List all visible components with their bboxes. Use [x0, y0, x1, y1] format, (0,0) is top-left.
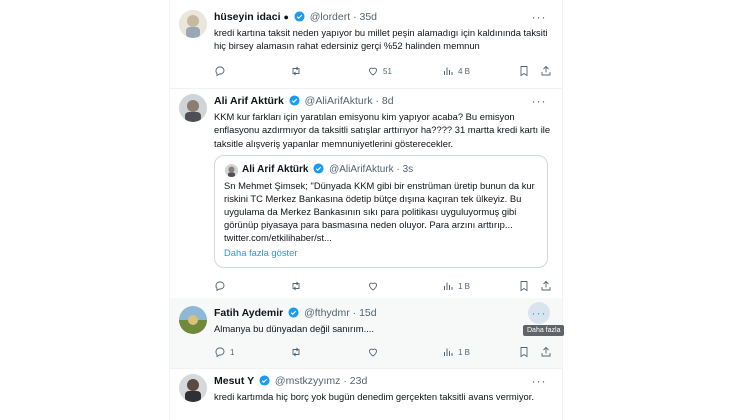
avatar[interactable] [179, 374, 207, 402]
retweet-button[interactable] [290, 344, 306, 360]
retweet-icon [292, 281, 300, 291]
like-button[interactable] [367, 278, 383, 294]
reply-button[interactable] [214, 63, 230, 79]
views-button[interactable]: 1 B [442, 278, 470, 294]
like-icon [369, 282, 377, 291]
verified-badge-icon [294, 11, 305, 22]
bookmark-icon [520, 347, 528, 358]
separator-dot: · [353, 11, 357, 23]
reply-icon [215, 66, 225, 77]
author-handle[interactable]: @mstkzyyımz [275, 375, 341, 387]
like-button[interactable] [367, 344, 383, 360]
author-handle[interactable]: @fthydmr [304, 307, 350, 319]
bookmark-button[interactable] [518, 63, 530, 79]
like-icon [369, 67, 377, 76]
tweet[interactable]: Ali Arif Aktürk @AliArifAkturk · 8d KKM … [170, 88, 562, 299]
tweet-text: Almanya bu dünyadan değil sanırım.... [214, 323, 374, 334]
bookmark-button[interactable] [518, 278, 530, 294]
tweet-time[interactable]: 8d [382, 95, 394, 107]
bookmark-icon [520, 66, 528, 77]
quote-author-name: Ali Arif Aktürk [242, 164, 309, 175]
tweet[interactable]: Fatih Aydemir @fthydmr · 15d Almanya bu … [170, 298, 562, 369]
views-button[interactable]: 4 B [442, 63, 470, 79]
tweet[interactable]: Mesut Y @mstkzyyımz · 23d kredi kartımda… [170, 368, 562, 420]
avatar[interactable] [179, 306, 207, 334]
views-count: 4 B [458, 66, 471, 76]
tweet-text: KKM kur farkları için yaratılan emisyonu… [214, 111, 551, 149]
reply-icon [215, 281, 225, 292]
separator-dot: · [375, 95, 379, 107]
timeline-feed: hüseyin idaci ● @lordert · 35d kredi kar… [169, 0, 563, 420]
author-handle[interactable]: @lordert [310, 11, 350, 23]
author-name[interactable]: Fatih Aydemir [214, 307, 283, 319]
quoted-tweet[interactable]: Ali Arif Aktürk @AliArifAkturk · 3s Sn M… [214, 155, 548, 268]
like-count: 51 [383, 66, 392, 76]
verified-badge-icon [289, 95, 300, 106]
views-count: 1 B [458, 281, 471, 291]
reply-count: 1 [230, 347, 235, 357]
quote-time: 3s [402, 164, 414, 175]
quote-text: Sn Mehmet Şimsek; "Dünyada KKM gibi bir … [224, 180, 535, 244]
views-icon [444, 348, 453, 356]
share-button[interactable] [540, 278, 552, 294]
views-button[interactable]: 1 B [442, 344, 470, 360]
reply-button[interactable]: 1 [214, 344, 234, 360]
separator-dot: · [352, 307, 357, 319]
tweet-time[interactable]: 15d [359, 307, 377, 319]
like-button[interactable]: 51 [367, 63, 392, 79]
author-name[interactable]: Mesut Y [214, 375, 254, 387]
separator-dot: · [343, 375, 347, 387]
views-count: 1 B [458, 347, 471, 357]
views-icon [444, 67, 453, 75]
author-handle[interactable]: @AliArifAkturk [305, 95, 373, 107]
avatar[interactable] [179, 94, 207, 122]
retweet-button[interactable] [290, 278, 306, 294]
show-more-link[interactable]: Daha fazla göster [224, 247, 297, 258]
tweet-time[interactable]: 35d [360, 11, 378, 23]
like-icon [369, 348, 377, 357]
more-icon[interactable]: ··· [528, 370, 550, 392]
author-name[interactable]: hüseyin idaci [214, 11, 281, 23]
tweet-text: kredi kartımda hiç borç yok bugün denedi… [214, 391, 534, 402]
share-icon [541, 346, 551, 357]
avatar[interactable] [225, 164, 238, 177]
avatar[interactable] [179, 10, 207, 38]
verified-badge-icon [288, 307, 299, 318]
more-icon[interactable]: ··· [528, 302, 550, 324]
tweet-time[interactable]: 23d [350, 375, 368, 387]
quote-author-handle: @AliArifAkturk [329, 164, 394, 175]
share-icon [541, 280, 551, 291]
more-icon[interactable]: ··· [528, 90, 550, 112]
share-icon [541, 65, 551, 76]
share-button[interactable] [540, 344, 552, 360]
tweet[interactable]: hüseyin idaci ● @lordert · 35d kredi kar… [170, 0, 562, 89]
retweet-button[interactable] [290, 63, 306, 79]
apple-icon: ● [283, 12, 289, 22]
reply-icon [215, 347, 225, 358]
share-button[interactable] [540, 63, 552, 79]
retweet-icon [292, 66, 300, 76]
author-name[interactable]: Ali Arif Aktürk [214, 95, 284, 107]
retweet-icon [292, 347, 300, 357]
tweet-text: kredi kartına taksit neden yapıyor bu mi… [214, 27, 548, 52]
more-icon[interactable]: ··· [528, 6, 550, 28]
separator-dot: · [396, 164, 400, 175]
verified-badge-icon [313, 163, 324, 174]
reply-button[interactable] [214, 278, 230, 294]
tooltip: Daha fazla [523, 325, 565, 336]
bookmark-button[interactable] [518, 344, 530, 360]
verified-badge-icon [259, 375, 270, 386]
bookmark-icon [520, 281, 528, 292]
views-icon [444, 282, 453, 290]
